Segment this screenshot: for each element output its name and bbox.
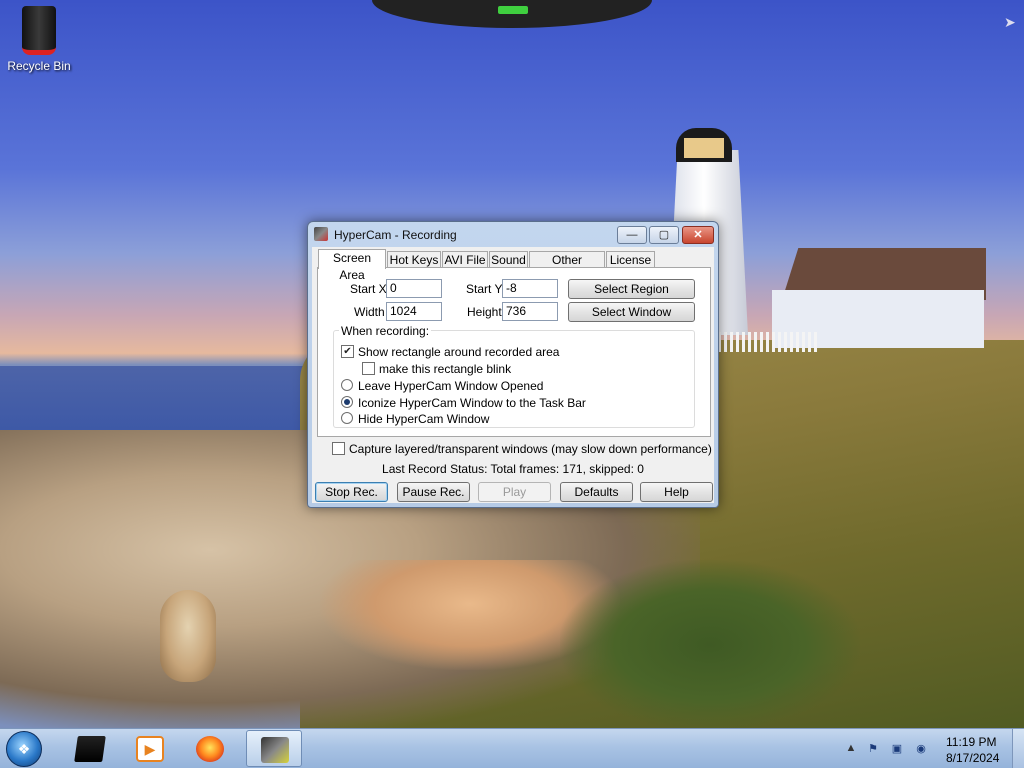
height-input[interactable] <box>502 302 558 321</box>
help-button[interactable]: Help <box>640 482 713 502</box>
hide-window-radio[interactable] <box>341 412 353 424</box>
hypercam-app-icon[interactable] <box>314 227 328 241</box>
window-title: HyperCam - Recording <box>334 228 457 242</box>
tab-other-options[interactable]: Other Options <box>529 251 605 284</box>
monitor-icon <box>74 736 106 762</box>
start-y-input[interactable] <box>502 279 558 298</box>
window-client-area: Screen Area Hot Keys AVI File Sound Othe… <box>312 247 714 503</box>
start-x-label: Start X <box>350 282 387 296</box>
show-rectangle-label[interactable]: Show rectangle around recorded area <box>358 345 559 359</box>
desktop-icon-recycle-bin[interactable]: Recycle Bin <box>1 6 77 73</box>
tab-hot-keys[interactable]: Hot Keys <box>387 251 441 268</box>
desktop-icon-label: Recycle Bin <box>7 59 71 73</box>
top-gadget-bar <box>372 0 652 28</box>
gadget-indicator-icon <box>498 6 528 14</box>
tab-avi-file[interactable]: AVI File <box>442 251 488 268</box>
close-button[interactable]: ✕ <box>682 226 714 244</box>
when-recording-label: When recording: <box>339 324 432 338</box>
blink-rectangle-checkbox[interactable] <box>362 362 375 375</box>
taskbar-item-hypercam[interactable] <box>246 730 302 767</box>
title-bar[interactable]: HyperCam - Recording — ▢ ✕ <box>308 222 718 246</box>
play-button[interactable]: Play <box>478 482 551 502</box>
last-record-status: Last Record Status: Total frames: 171, s… <box>382 462 644 476</box>
show-rectangle-checkbox[interactable]: ✔ <box>341 345 354 358</box>
start-x-input[interactable] <box>386 279 442 298</box>
firefox-icon <box>196 736 224 762</box>
tab-sound[interactable]: Sound <box>489 251 528 268</box>
select-window-button[interactable]: Select Window <box>568 302 695 322</box>
hypercam-window: HyperCam - Recording — ▢ ✕ Screen Area H… <box>307 221 719 508</box>
height-label: Height <box>467 305 502 319</box>
start-y-label: Start Y <box>466 282 503 296</box>
stop-rec-button[interactable]: Stop Rec. <box>315 482 388 502</box>
wallpaper-fence <box>718 332 818 352</box>
desktop: ➤ Recycle Bin HyperCam - Recording — ▢ ✕… <box>0 0 1024 768</box>
width-label: Width <box>354 305 385 319</box>
show-desktop-button[interactable] <box>1012 729 1024 768</box>
taskbar-item-firefox[interactable] <box>182 730 238 767</box>
capture-layered-checkbox[interactable] <box>332 442 345 455</box>
recycle-bin-icon <box>22 6 56 55</box>
taskbar-item-media-player[interactable]: ▶ <box>122 730 178 767</box>
leave-opened-label[interactable]: Leave HyperCam Window Opened <box>358 379 543 393</box>
pause-rec-button[interactable]: Pause Rec. <box>397 482 470 502</box>
tray-flag-icon[interactable]: ⚑ <box>866 743 880 755</box>
tray-network-icon[interactable]: ▣ <box>890 743 904 755</box>
tab-license[interactable]: License <box>606 251 655 268</box>
taskbar: ❖ ▶ ▲ ⚑ ▣ ◉ 11:19 PM 8/17/2024 <box>0 728 1024 768</box>
taskbar-item-monitor[interactable] <box>62 730 118 767</box>
media-player-icon: ▶ <box>136 736 164 762</box>
desktop-pet-gopher[interactable] <box>160 590 216 682</box>
tray-date[interactable]: 8/17/2024 <box>946 751 999 765</box>
tray-volume-icon[interactable]: ◉ <box>914 743 928 755</box>
hide-window-label[interactable]: Hide HyperCam Window <box>358 412 489 426</box>
wallpaper-shrub <box>560 560 860 730</box>
tray-expand-icon[interactable]: ▲ <box>844 742 858 754</box>
wallpaper-lighthouse-glass <box>684 138 724 158</box>
blink-rectangle-label[interactable]: make this rectangle blink <box>379 362 511 376</box>
screen-area-panel: Start X Start Y Select Region Width Heig… <box>317 267 711 437</box>
iconize-label[interactable]: Iconize HyperCam Window to the Task Bar <box>358 396 586 410</box>
capture-layered-label[interactable]: Capture layered/transparent windows (may… <box>349 442 712 456</box>
hypercam-icon <box>261 737 289 763</box>
maximize-button[interactable]: ▢ <box>649 226 679 244</box>
start-button[interactable]: ❖ <box>6 731 42 767</box>
tab-screen-area[interactable]: Screen Area <box>318 249 386 282</box>
select-region-button[interactable]: Select Region <box>568 279 695 299</box>
windows-logo-icon: ❖ <box>17 741 31 757</box>
defaults-button[interactable]: Defaults <box>560 482 633 502</box>
width-input[interactable] <box>386 302 442 321</box>
minimize-button[interactable]: — <box>617 226 647 244</box>
tray-time[interactable]: 11:19 PM <box>946 735 996 749</box>
iconize-radio[interactable] <box>341 396 353 408</box>
leave-opened-radio[interactable] <box>341 379 353 391</box>
cursor-arrow-icon: ➤ <box>1004 14 1016 30</box>
